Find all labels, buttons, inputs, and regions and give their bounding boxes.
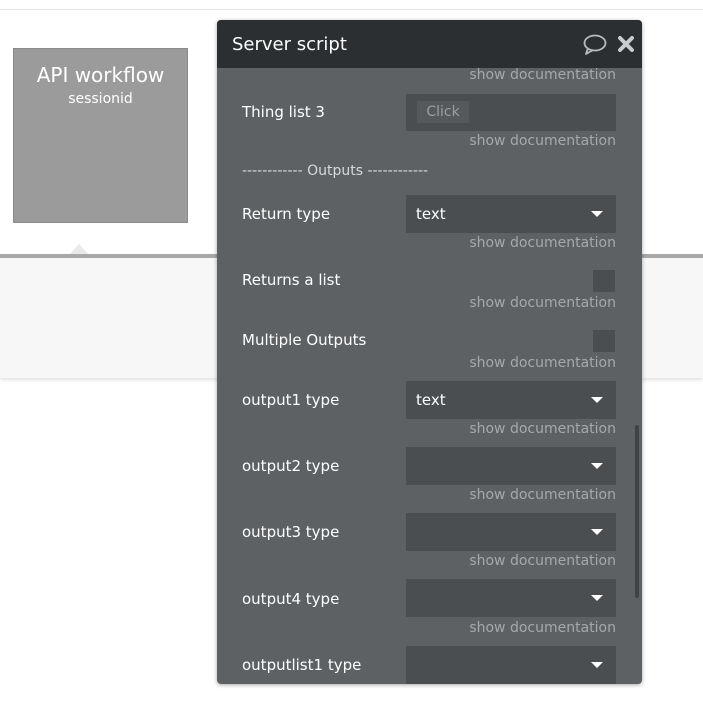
panel-scrollbar[interactable] bbox=[635, 425, 639, 598]
output1-type-value: text bbox=[416, 391, 446, 409]
thing-list-3-label: Thing list 3 bbox=[242, 103, 325, 121]
outputlist1-type-label: outputlist1 type bbox=[242, 656, 362, 674]
show-documentation-link[interactable]: show documentation bbox=[469, 620, 616, 636]
click-button[interactable]: Click bbox=[417, 101, 469, 123]
multiple-outputs-checkbox[interactable] bbox=[593, 330, 615, 352]
show-documentation-link[interactable]: show documentation bbox=[469, 235, 616, 251]
chevron-down-icon bbox=[591, 529, 603, 535]
top-divider bbox=[0, 9, 703, 10]
output1-type-dropdown[interactable]: text bbox=[406, 381, 616, 419]
chevron-down-icon bbox=[591, 463, 603, 469]
output2-type-label: output2 type bbox=[242, 457, 340, 475]
return-type-value: text bbox=[416, 205, 446, 223]
output4-type-label: output4 type bbox=[242, 590, 340, 608]
show-documentation-link[interactable]: show documentation bbox=[469, 487, 616, 503]
show-documentation-link[interactable]: show documentation bbox=[469, 553, 616, 569]
server-script-panel: Server script show documentation Thing l… bbox=[217, 20, 642, 684]
api-workflow-card[interactable]: API workflow sessionid bbox=[13, 48, 188, 223]
output3-type-dropdown[interactable] bbox=[406, 513, 616, 551]
output4-type-dropdown[interactable] bbox=[406, 579, 616, 617]
workflow-subtitle: sessionid bbox=[68, 91, 133, 107]
close-icon[interactable] bbox=[617, 35, 635, 53]
show-documentation-link[interactable]: show documentation bbox=[469, 355, 616, 371]
workflow-title: API workflow bbox=[36, 63, 165, 87]
outputs-divider: ------------ Outputs ------------ bbox=[242, 163, 429, 179]
panel-header: Server script bbox=[217, 20, 642, 68]
thing-list-3-field[interactable]: Click bbox=[406, 94, 616, 131]
show-documentation-link[interactable]: show documentation bbox=[469, 421, 616, 437]
output1-type-label: output1 type bbox=[242, 391, 340, 409]
show-documentation-link[interactable]: show documentation bbox=[469, 67, 616, 83]
return-type-label: Return type bbox=[242, 205, 331, 223]
return-type-dropdown[interactable]: text bbox=[406, 195, 616, 233]
panel-title: Server script bbox=[232, 34, 347, 55]
multiple-outputs-label: Multiple Outputs bbox=[242, 331, 367, 349]
chevron-down-icon bbox=[591, 397, 603, 403]
chevron-down-icon bbox=[591, 211, 603, 217]
show-documentation-link[interactable]: show documentation bbox=[469, 295, 616, 311]
returns-list-checkbox[interactable] bbox=[593, 270, 615, 292]
chevron-down-icon bbox=[591, 662, 603, 668]
output2-type-dropdown[interactable] bbox=[406, 447, 616, 485]
output3-type-label: output3 type bbox=[242, 523, 340, 541]
returns-list-label: Returns a list bbox=[242, 271, 341, 289]
caret-pointer bbox=[70, 244, 88, 254]
show-documentation-link[interactable]: show documentation bbox=[469, 133, 616, 149]
comment-icon[interactable] bbox=[583, 34, 607, 56]
outputlist1-type-dropdown[interactable] bbox=[406, 646, 616, 684]
chevron-down-icon bbox=[591, 595, 603, 601]
